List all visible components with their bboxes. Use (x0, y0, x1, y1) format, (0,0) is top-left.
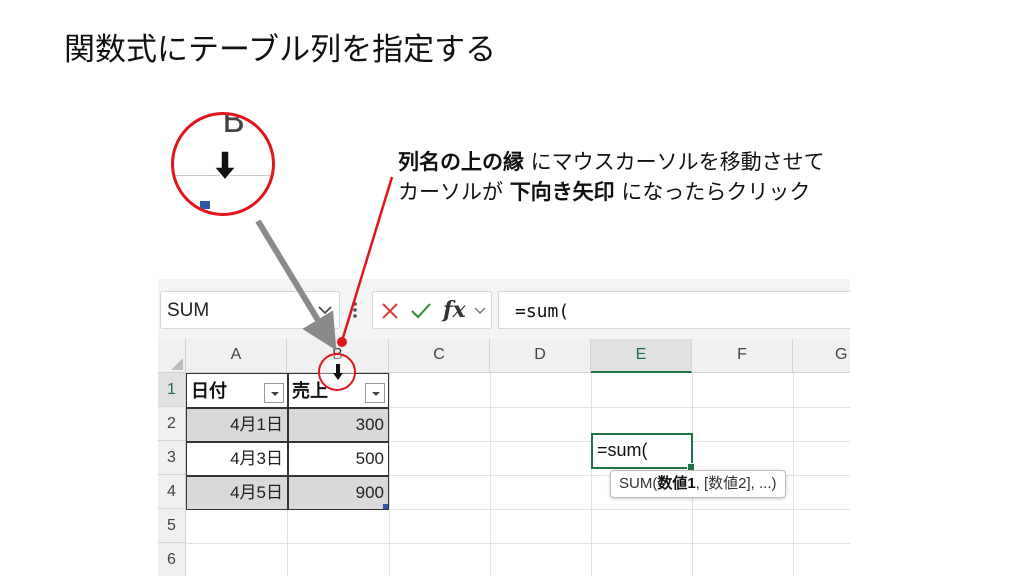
select-all-corner[interactable] (158, 339, 186, 373)
formula-bar-area: SUM fx =sum( (158, 279, 850, 339)
active-cell-value: =sum( (597, 440, 648, 460)
table-resize-handle[interactable] (383, 504, 388, 509)
callout-line-2: カーソルが 下向き矢印 になったらクリック (398, 176, 810, 206)
excel-window: SUM fx =sum( A B C D E F G 1 2 3 4 5 6 4… (158, 279, 850, 576)
column-header-e[interactable]: E (591, 339, 692, 373)
callout-line-1: 列名の上の縁 にマウスカーソルを移動させて (398, 146, 825, 176)
active-cell-e1[interactable]: =sum( (591, 433, 695, 471)
column-header-g[interactable]: G (793, 339, 850, 373)
insert-function-button[interactable]: fx (443, 297, 466, 323)
function-tooltip: SUM(数値1, [数値2], ...) (610, 470, 786, 498)
row-header-4[interactable]: 4 (158, 475, 186, 509)
enter-check-icon[interactable] (409, 300, 433, 322)
callout-text-2a: カーソルが (398, 180, 510, 204)
column-header-d[interactable]: D (490, 339, 591, 373)
cancel-x-icon[interactable] (379, 300, 401, 322)
zoom-circle: B (171, 112, 275, 216)
callout-text-1: にマウスカーソルを移動させて (524, 150, 825, 174)
chevron-down-icon[interactable] (317, 304, 333, 316)
row-header-2[interactable]: 2 (158, 407, 186, 441)
row-header-1[interactable]: 1 (158, 373, 186, 407)
kebab-icon[interactable] (352, 301, 358, 319)
column-header-a[interactable]: A (186, 339, 287, 373)
row-header-3[interactable]: 3 (158, 441, 186, 475)
zoom-column-letter: B (222, 112, 246, 141)
formula-input[interactable]: =sum( (498, 291, 850, 329)
callout-bold-1: 列名の上の縁 (398, 150, 524, 174)
cursor-highlight-circle (318, 353, 356, 391)
callout-bold-2: 下向き矢印 (509, 180, 615, 204)
column-header-c[interactable]: C (389, 339, 490, 373)
tooltip-fn: SUM( (619, 475, 658, 492)
name-box-value: SUM (167, 300, 210, 321)
row-header-6[interactable]: 6 (158, 543, 186, 576)
down-arrow-cursor-icon (212, 150, 238, 182)
down-arrow-cursor-icon (333, 364, 343, 380)
row-header-5[interactable]: 5 (158, 509, 186, 543)
formula-value: =sum( (515, 301, 570, 322)
tooltip-arg1[interactable]: 数値1 (657, 475, 695, 492)
name-box[interactable]: SUM (160, 291, 340, 329)
zoom-table-marker (200, 201, 210, 209)
formula-buttons: fx (372, 291, 492, 329)
tooltip-rest: , [数値2], ...) (695, 475, 777, 492)
slide-title: 関数式にテーブル列を指定する (64, 32, 497, 68)
callout-text-2b: になったらクリック (614, 180, 811, 204)
column-header-f[interactable]: F (692, 339, 793, 373)
function-chevron-icon[interactable] (473, 306, 487, 316)
spreadsheet-grid: A B C D E F G 1 2 3 4 5 6 4月1日 300 4月3日 … (158, 339, 850, 576)
